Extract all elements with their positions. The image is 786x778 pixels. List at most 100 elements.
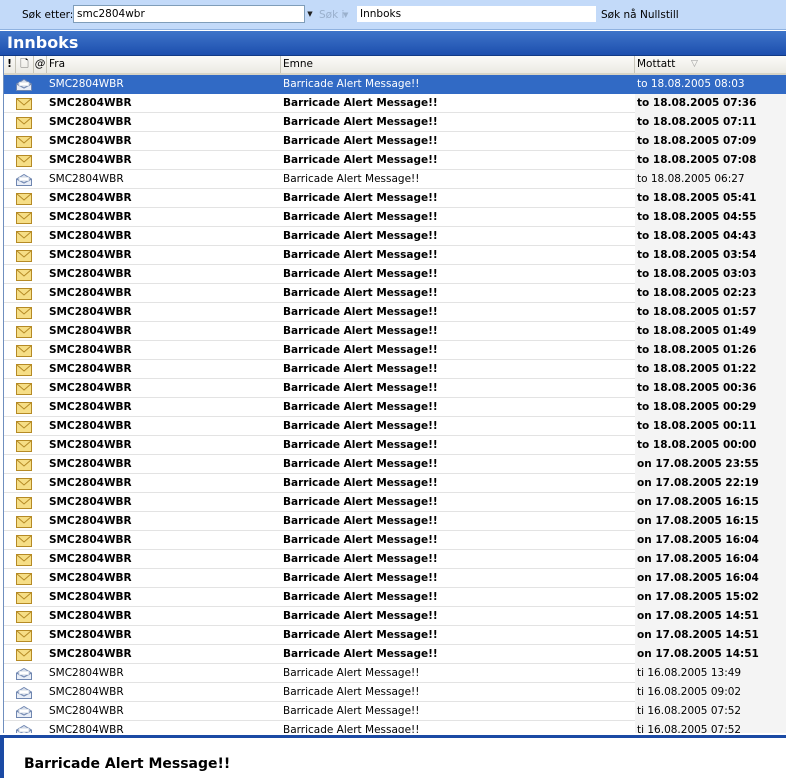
message-received: to 18.08.2005 00:11 [635, 417, 786, 436]
column-subject[interactable]: Emne [281, 56, 635, 73]
message-from: SMC2804WBR [49, 515, 132, 527]
envelope-open-icon [16, 174, 34, 186]
message-row[interactable]: SMC2804WBR Barricade Alert Message!! to 18… [4, 398, 786, 417]
message-received: to 18.08.2005 06:27 [635, 170, 786, 189]
envelope-closed-icon [16, 630, 34, 642]
message-row[interactable]: SMC2804WBR Barricade Alert Message!! to 18… [4, 189, 786, 208]
envelope-closed-icon [16, 535, 34, 547]
message-row[interactable]: SMC2804WBR Barricade Alert Message!! to 18… [4, 303, 786, 322]
message-row[interactable]: SMC2804WBR Barricade Alert Message!! on 17… [4, 607, 786, 626]
message-from: SMC2804WBR [49, 420, 132, 432]
message-row[interactable]: SMC2804WBR Barricade Alert Message!! on 17… [4, 474, 786, 493]
message-row[interactable]: SMC2804WBR Barricade Alert Message!! ti 16… [4, 702, 786, 721]
message-received: to 18.08.2005 01:57 [635, 303, 786, 322]
message-row[interactable]: SMC2804WBR Barricade Alert Message!! to 18… [4, 227, 786, 246]
message-from: SMC2804WBR [49, 534, 132, 546]
message-rows: SMC2804WBR Barricade Alert Message!! to 18… [4, 75, 786, 733]
message-row[interactable]: SMC2804WBR Barricade Alert Message!! on 17… [4, 512, 786, 531]
message-received: on 17.08.2005 15:02 [635, 588, 786, 607]
message-row[interactable]: SMC2804WBR Barricade Alert Message!! to 18… [4, 341, 786, 360]
column-from[interactable]: Fra [47, 56, 281, 73]
preview-subject: Barricade Alert Message!! [24, 756, 231, 772]
message-row[interactable]: SMC2804WBR Barricade Alert Message!! on 17… [4, 588, 786, 607]
message-subject: Barricade Alert Message!! [283, 534, 438, 546]
search-input[interactable]: smc2804wbr [73, 5, 305, 23]
message-received: to 18.08.2005 00:36 [635, 379, 786, 398]
message-row[interactable]: SMC2804WBR Barricade Alert Message!! to 18… [4, 94, 786, 113]
message-subject: Barricade Alert Message!! [283, 135, 438, 147]
search-folder-field[interactable]: Innboks [356, 5, 597, 23]
message-from: SMC2804WBR [49, 477, 132, 489]
search-scope-label[interactable]: Søk i [319, 9, 344, 21]
message-row[interactable]: SMC2804WBR Barricade Alert Message!! to 18… [4, 436, 786, 455]
message-row[interactable]: SMC2804WBR Barricade Alert Message!! to 18… [4, 265, 786, 284]
message-row[interactable]: SMC2804WBR Barricade Alert Message!! to 18… [4, 379, 786, 398]
message-row[interactable]: SMC2804WBR Barricade Alert Message!! to 18… [4, 360, 786, 379]
column-importance[interactable]: ! [4, 56, 16, 73]
message-row[interactable]: SMC2804WBR Barricade Alert Message!! ti 16… [4, 721, 786, 733]
message-received: to 18.08.2005 04:55 [635, 208, 786, 227]
message-subject: Barricade Alert Message!! [283, 173, 420, 185]
message-row[interactable]: SMC2804WBR Barricade Alert Message!! on 17… [4, 531, 786, 550]
message-row[interactable]: SMC2804WBR Barricade Alert Message!! ti 16… [4, 683, 786, 702]
message-list[interactable]: ! 🗋 @ Fra Emne Mottatt ▽ SMC2804WBR Barri… [3, 56, 786, 733]
message-row[interactable]: SMC2804WBR Barricade Alert Message!! on 17… [4, 569, 786, 588]
message-row[interactable]: SMC2804WBR Barricade Alert Message!! on 17… [4, 550, 786, 569]
envelope-closed-icon [16, 98, 34, 110]
message-received: on 17.08.2005 16:04 [635, 550, 786, 569]
message-row[interactable]: SMC2804WBR Barricade Alert Message!! to 18… [4, 151, 786, 170]
message-from: SMC2804WBR [49, 382, 132, 394]
column-received-label: Mottatt [637, 58, 676, 70]
message-from: SMC2804WBR [49, 363, 132, 375]
message-row[interactable]: SMC2804WBR Barricade Alert Message!! to 18… [4, 208, 786, 227]
message-from: SMC2804WBR [49, 439, 132, 451]
message-from: SMC2804WBR [49, 648, 132, 660]
message-row[interactable]: SMC2804WBR Barricade Alert Message!! to 18… [4, 322, 786, 341]
column-received[interactable]: Mottatt ▽ [635, 56, 786, 73]
message-subject: Barricade Alert Message!! [283, 249, 438, 261]
envelope-closed-icon [16, 573, 34, 585]
message-subject: Barricade Alert Message!! [283, 401, 438, 413]
chevron-down-icon[interactable]: ▼ [343, 11, 348, 19]
message-row[interactable]: SMC2804WBR Barricade Alert Message!! to 18… [4, 113, 786, 132]
message-row[interactable]: SMC2804WBR Barricade Alert Message!! on 17… [4, 493, 786, 512]
message-row[interactable]: SMC2804WBR Barricade Alert Message!! ti 16… [4, 664, 786, 683]
message-subject: Barricade Alert Message!! [283, 724, 420, 733]
message-row[interactable]: SMC2804WBR Barricade Alert Message!! to 18… [4, 132, 786, 151]
message-row[interactable]: SMC2804WBR Barricade Alert Message!! to 18… [4, 417, 786, 436]
envelope-open-icon [16, 668, 34, 680]
message-from: SMC2804WBR [49, 154, 132, 166]
message-subject: Barricade Alert Message!! [283, 382, 438, 394]
sort-arrow-icon: ▽ [691, 59, 698, 69]
message-row[interactable]: SMC2804WBR Barricade Alert Message!! on 17… [4, 645, 786, 664]
message-from: SMC2804WBR [49, 610, 132, 622]
message-subject: Barricade Alert Message!! [283, 439, 438, 451]
envelope-open-icon [16, 706, 34, 718]
search-now-button[interactable]: Søk nå [601, 9, 637, 21]
message-subject: Barricade Alert Message!! [283, 344, 438, 356]
envelope-closed-icon [16, 193, 34, 205]
reset-button[interactable]: Nullstill [640, 9, 679, 21]
envelope-closed-icon [16, 345, 34, 357]
envelope-closed-icon [16, 269, 34, 281]
message-row[interactable]: SMC2804WBR Barricade Alert Message!! to 18… [4, 75, 786, 94]
message-received: ti 16.08.2005 07:52 [635, 721, 786, 733]
chevron-down-icon: ▼ [307, 10, 313, 18]
message-row[interactable]: SMC2804WBR Barricade Alert Message!! on 17… [4, 626, 786, 645]
column-type[interactable]: 🗋 [16, 56, 34, 73]
message-received: to 18.08.2005 07:09 [635, 132, 786, 151]
message-from: SMC2804WBR [49, 135, 132, 147]
message-received: to 18.08.2005 02:23 [635, 284, 786, 303]
message-received: to 18.08.2005 01:22 [635, 360, 786, 379]
search-history-dropdown[interactable]: ▼ [304, 5, 316, 23]
envelope-closed-icon [16, 421, 34, 433]
message-subject: Barricade Alert Message!! [283, 420, 438, 432]
message-subject: Barricade Alert Message!! [283, 610, 438, 622]
message-row[interactable]: SMC2804WBR Barricade Alert Message!! on 17… [4, 455, 786, 474]
message-from: SMC2804WBR [49, 591, 132, 603]
message-row[interactable]: SMC2804WBR Barricade Alert Message!! to 18… [4, 284, 786, 303]
envelope-closed-icon [16, 649, 34, 661]
column-attachment[interactable]: @ [34, 56, 47, 73]
message-row[interactable]: SMC2804WBR Barricade Alert Message!! to 18… [4, 246, 786, 265]
message-row[interactable]: SMC2804WBR Barricade Alert Message!! to 18… [4, 170, 786, 189]
